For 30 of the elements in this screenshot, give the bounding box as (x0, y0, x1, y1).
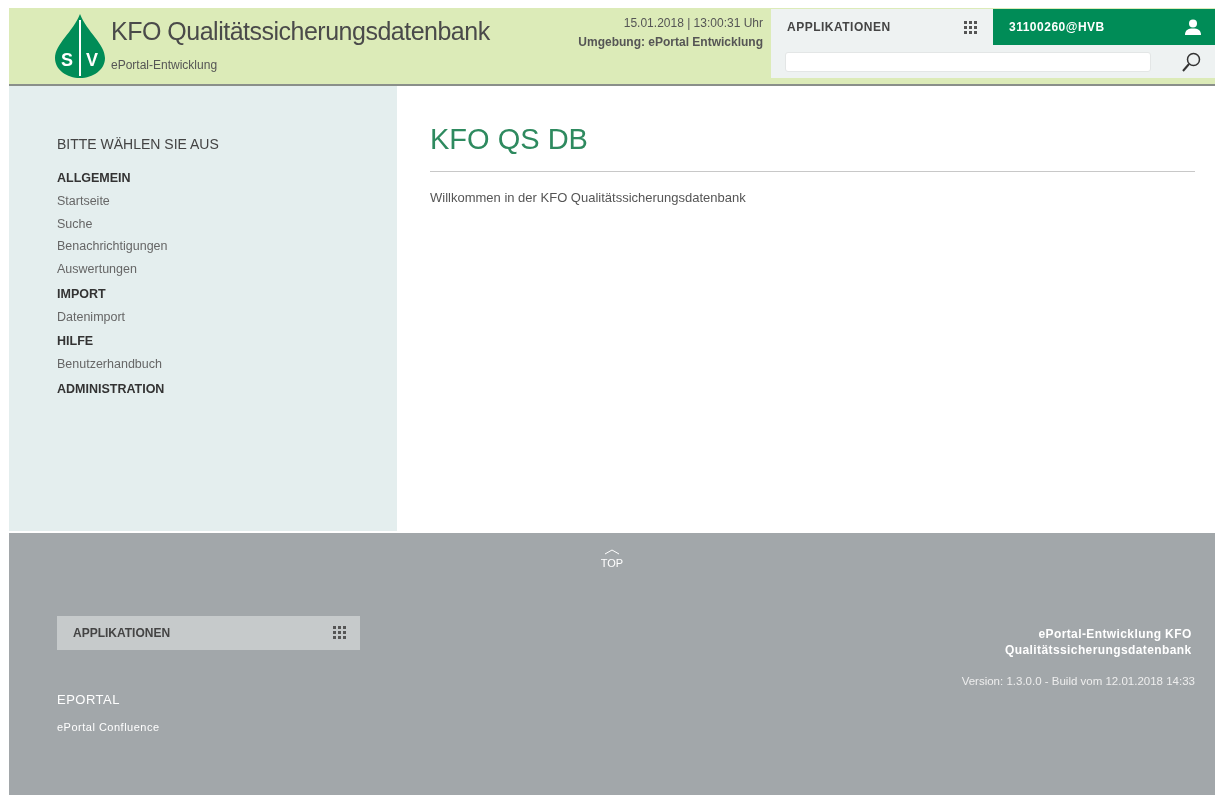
sidebar-heading: HILFE (57, 333, 95, 351)
app-title: KFO Qualitätssicherungsdatenbank (111, 18, 490, 46)
sidebar-link[interactable]: Startseite (57, 191, 397, 211)
sidebar-link[interactable]: Benutzerhandbuch (57, 355, 397, 374)
sidebar-link[interactable]: Suche (57, 214, 397, 234)
chevron-up-icon (604, 549, 620, 555)
user-button[interactable]: 31100260@HVB (993, 9, 1215, 45)
datetime-text: 15.01.2018 | 13:00:31 Uhr (622, 15, 763, 32)
sidebar-link[interactable]: Benachrichtigungen (57, 237, 397, 256)
sidebar-heading: ADMINISTRATION (57, 380, 166, 398)
applications-button[interactable]: APPLIKATIONEN (771, 9, 993, 45)
search-icon[interactable] (1181, 51, 1201, 72)
applications-button[interactable]: APPLIKATIONEN (57, 615, 360, 650)
environment-text: Umgebung: ePortal Entwicklung (578, 34, 763, 52)
version-text: Version: 1.3.0.0 - Build vom 12.01.2018 14:33 (961, 674, 1195, 690)
page-heading: KFO QS DB (430, 122, 1195, 172)
sidebar-link[interactable]: Datenimport (57, 307, 397, 327)
product-name: ePortal-Entwicklung KFO Qualitätssicherungsdatenbank (1004, 625, 1192, 660)
sidebar-heading: ALLGEMEIN (57, 170, 132, 187)
user-icon (1185, 19, 1201, 35)
footer-section-title: EPORTAL (57, 690, 121, 709)
grid-icon (333, 626, 346, 639)
sidebar-link[interactable]: Auswertungen (57, 260, 397, 279)
search-field[interactable] (785, 51, 1151, 72)
logo-icon: S V (55, 14, 105, 78)
grid-icon (964, 20, 977, 34)
app-subtitle: ePortal-Entwicklung (111, 56, 219, 74)
sidebar-title: BITTE WÄHLEN SIE AUS (57, 135, 220, 154)
sidebar-heading: IMPORT (57, 285, 107, 303)
welcome-text: Willkommen in der KFO Qualitätssicherungsdatenbank (430, 188, 747, 207)
